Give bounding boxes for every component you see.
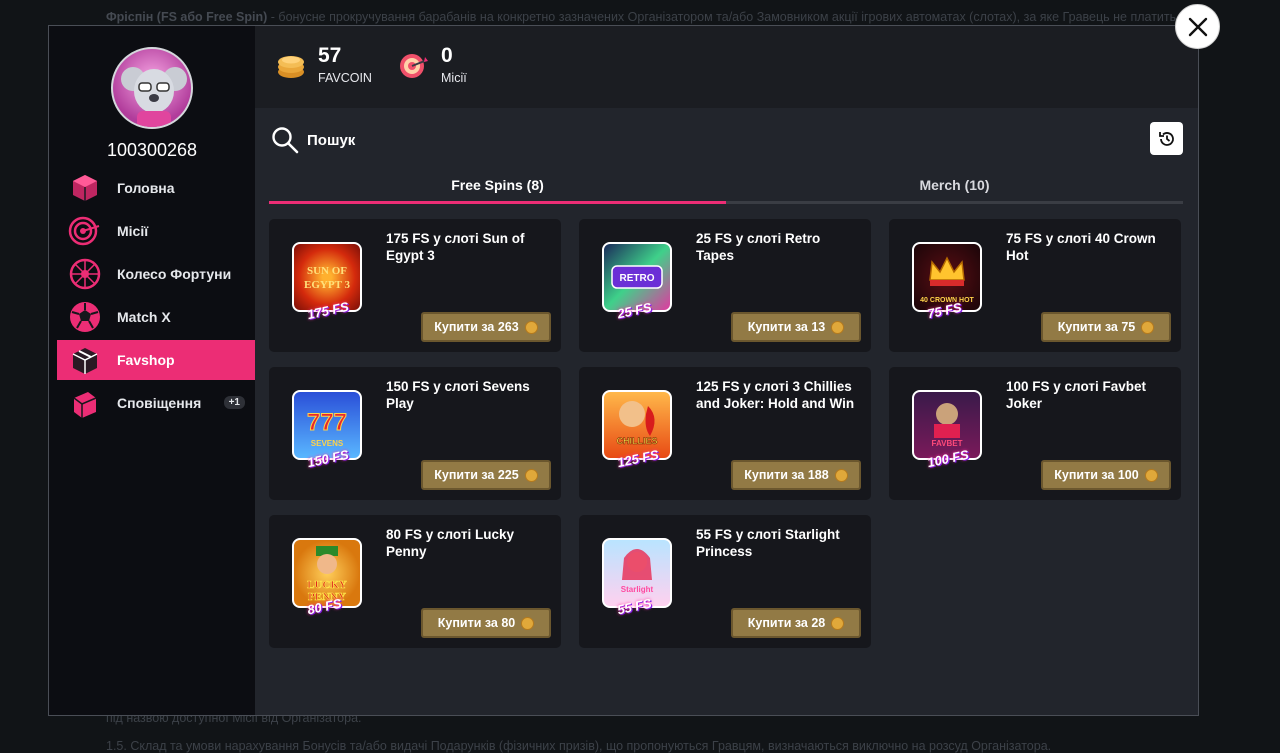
buy-button[interactable]: Купити за 263 <box>421 312 551 342</box>
coin-icon <box>524 468 538 482</box>
svg-text:FAVBET: FAVBET <box>932 439 963 448</box>
product-title: 75 FS у слоті 40 Crown Hot <box>1006 231 1156 263</box>
coin-stack-icon <box>278 56 304 78</box>
missions-label: Місії <box>441 71 467 85</box>
sidebar-item-wheel[interactable]: Колесо Фортуни <box>57 254 255 294</box>
sidebar-item-notifications[interactable]: Сповіщення +1 <box>57 383 255 423</box>
sidebar-item-label: Місії <box>117 223 149 239</box>
history-icon <box>1158 131 1174 146</box>
product-title: 100 FS у слоті Favbet Joker <box>1006 379 1146 411</box>
search-icon <box>272 127 299 154</box>
missions-value: 0 <box>441 44 453 67</box>
sidebar-nav: Головна Місії Колесо Фортуни Match X Fav… <box>57 168 255 426</box>
sidebar-item-label: Колесо Фортуни <box>117 266 232 282</box>
home-cube-icon <box>67 170 103 206</box>
favshop-modal: 100300268 Головна Місії Колесо Фортуни M… <box>48 25 1199 716</box>
buy-button[interactable]: Купити за 75 <box>1041 312 1171 342</box>
koala-avatar-icon <box>121 67 187 127</box>
buy-button[interactable]: Купити за 13 <box>731 312 861 342</box>
shop-tabs: Free Spins (8) Merch (10) <box>269 170 1183 204</box>
product-title: 150 FS у слоті Sevens Play <box>386 379 530 411</box>
stats-bar: 57 FAVCOIN 0 Місії <box>255 26 1198 108</box>
coin-icon <box>1141 320 1155 334</box>
product-card[interactable]: 40 CROWN HOT 75 FS 75 FS у слоті 40 Crow… <box>889 219 1181 352</box>
search-bar <box>271 122 1183 158</box>
svg-text:EGYPT 3: EGYPT 3 <box>304 279 350 291</box>
sidebar-item-label: Match X <box>117 309 171 325</box>
coin-icon <box>831 320 845 334</box>
target-icon <box>67 213 103 249</box>
buy-button[interactable]: Купити за 100 <box>1041 460 1171 490</box>
tab-merch[interactable]: Merch (10) <box>726 170 1183 201</box>
coin-icon <box>524 320 538 334</box>
game-thumbnail[interactable]: SUN OF EGYPT 3 <box>292 242 362 312</box>
close-button[interactable] <box>1175 4 1220 49</box>
favcoin-label: FAVCOIN <box>318 71 372 85</box>
svg-text:LUCKY: LUCKY <box>307 579 347 591</box>
soccer-ball-icon <box>67 299 103 335</box>
buy-button[interactable]: Купити за 188 <box>731 460 861 490</box>
sidebar-item-favshop[interactable]: Favshop <box>57 340 255 380</box>
product-card[interactable]: CHILLIES 125 FS 125 FS у слоті 3 Chillie… <box>579 367 871 500</box>
sidebar-item-match-x[interactable]: Match X <box>57 297 255 337</box>
product-title: 175 FS у слоті Sun of Egypt 3 <box>386 231 525 263</box>
buy-button[interactable]: Купити за 225 <box>421 460 551 490</box>
coin-icon <box>521 616 535 630</box>
svg-text:RETRO: RETRO <box>620 273 655 284</box>
shop-box-icon <box>67 342 103 378</box>
product-title: 80 FS у слоті Lucky Penny <box>386 527 514 559</box>
notification-box-icon <box>67 385 103 421</box>
buy-button[interactable]: Купити за 80 <box>421 608 551 638</box>
avatar[interactable] <box>111 47 193 129</box>
target-icon <box>400 54 428 78</box>
game-thumbnail[interactable]: 777 SEVENS <box>292 390 362 460</box>
product-card[interactable]: 777 SEVENS 150 FS 150 FS у слоті Sevens P… <box>269 367 561 500</box>
product-card[interactable]: LUCKY PENNY 80 FS 80 FS у слоті Lucky Pen… <box>269 515 561 648</box>
background-paragraph-line3: 1.5. Склад та умови нарахування Бонусів … <box>106 739 1052 753</box>
user-id: 100300268 <box>106 140 198 160</box>
history-button[interactable] <box>1150 122 1183 155</box>
sidebar-item-label: Головна <box>117 180 175 196</box>
close-icon <box>1188 17 1207 36</box>
notification-badge: +1 <box>223 396 245 409</box>
sidebar-item-home[interactable]: Головна <box>57 168 255 208</box>
game-thumbnail[interactable]: FAVBET <box>912 390 982 460</box>
tab-free-spins[interactable]: Free Spins (8) <box>269 170 726 204</box>
sidebar-item-missions[interactable]: Місії <box>57 211 255 251</box>
product-grid: SUN OF EGYPT 3 175 FS 175 FS у слоті Sun … <box>269 219 1183 648</box>
svg-text:SEVENS: SEVENS <box>311 439 344 448</box>
svg-text:CHILLIES: CHILLIES <box>616 436 657 446</box>
coin-icon <box>831 616 845 630</box>
sidebar: 100300268 Головна Місії Колесо Фортуни M… <box>49 26 255 715</box>
game-art-text: SUN OF <box>307 265 347 277</box>
coin-icon <box>834 468 848 482</box>
product-title: 25 FS у слоті Retro Tapes <box>696 231 821 263</box>
product-card[interactable]: Starlight 55 FS 55 FS у слоті Starlight … <box>579 515 871 648</box>
wheel-icon <box>67 256 103 292</box>
product-card[interactable]: RETRO 25 FS 25 FS у слоті Retro Tapes Ку… <box>579 219 871 352</box>
sidebar-item-label: Favshop <box>117 352 175 368</box>
favcoin-value: 57 <box>318 44 342 67</box>
product-card[interactable]: FAVBET 100 FS 100 FS у слоті Favbet Joke… <box>889 367 1181 500</box>
background-paragraph-top: Фріспін (FS або Free Spin) - бонусне про… <box>106 10 1217 24</box>
favcoin-stat: 57 FAVCOIN <box>276 45 372 85</box>
missions-stat: 0 Місії <box>399 45 467 85</box>
game-thumbnail[interactable]: CHILLIES <box>602 390 672 460</box>
product-title: 55 FS у слоті Starlight Princess <box>696 527 840 559</box>
sidebar-item-label: Сповіщення <box>117 395 202 411</box>
main-panel: 57 FAVCOIN 0 Місії Free Spins (8) Merch … <box>255 26 1198 715</box>
product-card[interactable]: SUN OF EGYPT 3 175 FS 175 FS у слоті Sun … <box>269 219 561 352</box>
product-title: 125 FS у слоті 3 Chillies and Joker: Hol… <box>696 379 855 411</box>
buy-button[interactable]: Купити за 28 <box>731 608 861 638</box>
svg-text:777: 777 <box>307 409 347 436</box>
search-input[interactable] <box>307 126 907 154</box>
svg-text:Starlight: Starlight <box>621 585 654 594</box>
coin-icon <box>1144 468 1158 482</box>
